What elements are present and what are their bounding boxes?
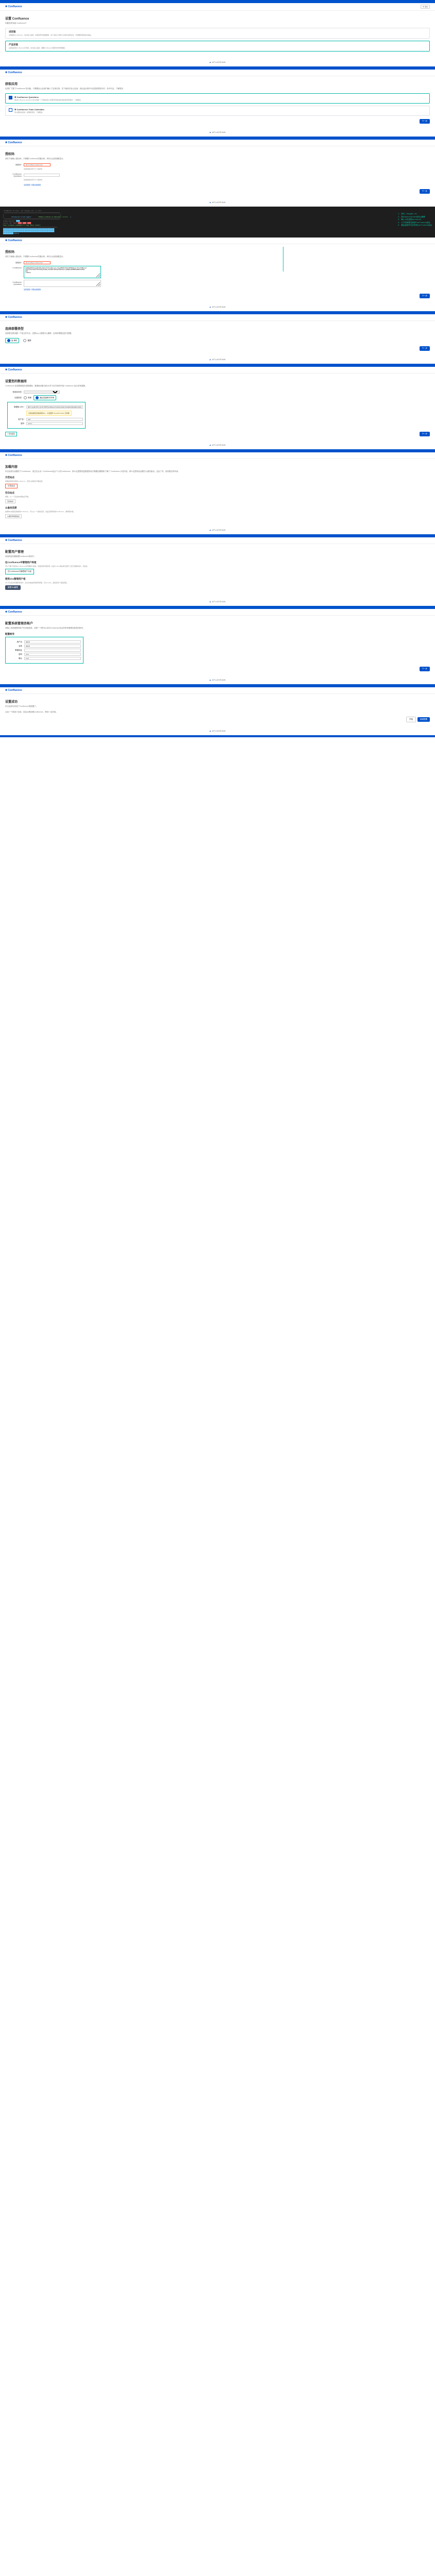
admin-confirm-input[interactable] xyxy=(24,657,81,660)
connection-string-radio[interactable]: 通过连接串字符串 xyxy=(34,395,56,400)
atlassian-footer: ATLASSIAN xyxy=(0,58,435,66)
checkbox-icon[interactable] xyxy=(9,108,12,112)
db-user-input[interactable] xyxy=(26,418,83,421)
next-button[interactable]: 下一步 xyxy=(420,294,430,298)
standalone-radio[interactable]: 独 单机 xyxy=(5,338,19,343)
admin-name-input[interactable] xyxy=(24,645,81,648)
simple-radio[interactable]: 简单 xyxy=(24,396,31,399)
trial-install-option[interactable]: 试安装试用着玩Confluence，也许会公会用，系统自带内置数据库，这个适合人… xyxy=(5,28,430,39)
test-connection-button[interactable]: ✓ 测试连接 xyxy=(5,432,17,436)
license-textarea[interactable]: AAABmg0ODAoPeJyNkt9PwjAQx9/3VzTxSZOxlqJj… xyxy=(24,266,101,278)
next-button[interactable]: 下一步 xyxy=(420,346,430,351)
page-title: 设置 Confluence xyxy=(5,16,430,21)
manage-jira-button[interactable]: 管理Jira管理 xyxy=(5,585,21,590)
admin-password-input[interactable] xyxy=(24,653,81,656)
product-install-option[interactable]: 产品安装设置链接到Confluence已存库，也许会公会用，需要Confluen… xyxy=(5,41,430,52)
restore-backup-button[interactable]: 从备份中恢复站点 xyxy=(5,514,22,518)
next-button[interactable]: 下一步 xyxy=(420,667,430,671)
start-button[interactable]: 开始 xyxy=(406,717,416,722)
empty-site-button[interactable]: 空白站点 xyxy=(5,499,15,503)
team-calendars-option[interactable]: ✖ Confluence Team Calendars何以团约的活动，权限和项目… xyxy=(5,106,430,116)
next-button[interactable]: 下一步 xyxy=(420,119,430,124)
license-input[interactable] xyxy=(24,163,51,166)
next-button[interactable]: 下一步 xyxy=(420,432,430,436)
next-button[interactable]: 下一步 xyxy=(420,189,430,194)
db-password-input[interactable] xyxy=(26,422,83,425)
questions-license-input[interactable] xyxy=(24,174,60,177)
terminal-screenshot: root@host:~# java -jar keygen.jar -p con… xyxy=(0,207,435,238)
license-input[interactable] xyxy=(24,261,51,264)
language-button[interactable]: 中 语言 xyxy=(421,5,430,9)
db-url-input[interactable] xyxy=(26,405,83,409)
continue-button[interactable]: 继续配置 xyxy=(417,717,430,722)
admin-username-input[interactable] xyxy=(24,640,81,643)
questions-license-textarea[interactable] xyxy=(24,280,101,287)
cluster-radio[interactable]: 集群 xyxy=(23,338,31,343)
get-trial-link[interactable]: 没有密钥？获取试用密钥 xyxy=(24,184,430,186)
db-type-select[interactable]: MySQL xyxy=(24,391,60,394)
manage-in-confluence-button[interactable]: 在Confluence中管理用户与组 xyxy=(5,569,34,574)
questions-addon-option[interactable]: ✓✖ Confluence Questions通过Confluence Ques… xyxy=(5,93,430,104)
confluence-logo: ✖ Confluence xyxy=(5,5,22,8)
get-trial-link[interactable]: 没有密钥？获取试用密钥 xyxy=(24,289,430,291)
example-site-button[interactable]: 示范站点 xyxy=(5,484,18,488)
admin-email-input[interactable] xyxy=(24,649,81,652)
checkbox-icon[interactable]: ✓ xyxy=(9,96,12,99)
